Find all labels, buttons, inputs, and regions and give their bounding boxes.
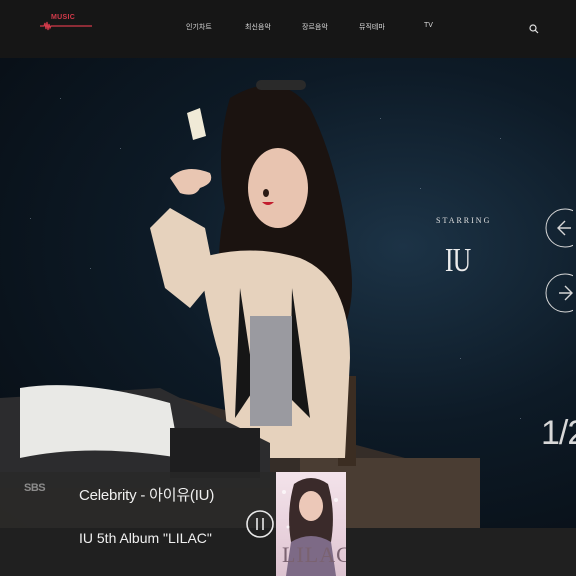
pause-icon[interactable] (245, 504, 275, 544)
star-name: IU (445, 242, 471, 279)
hero-banner: STARRING IU (0, 58, 576, 529)
nav-music-theme[interactable]: 뮤직테마 (359, 22, 385, 36)
starring-label: STARRING (436, 216, 492, 225)
broadcaster-watermark: SBS (24, 482, 46, 494)
nav-tv[interactable]: TV (424, 22, 433, 36)
track-title: Celebrity - 아이유(IU) (79, 487, 215, 504)
top-navigation: MUSIC 인기차트 최신음악 장르음악 뮤직테마 TV (0, 0, 576, 58)
music-logo[interactable]: MUSIC (40, 14, 96, 36)
waveform-icon (40, 21, 92, 31)
album-cover[interactable]: LILAC (276, 472, 346, 576)
album-cover-text: LILAC (282, 542, 346, 567)
album-title: IU 5th Album "LILAC" (79, 530, 212, 546)
nav-latest-music[interactable]: 최신음악 (245, 22, 271, 36)
nav-genre-music[interactable]: 장르음악 (302, 22, 328, 36)
performer-image (0, 80, 480, 529)
search-icon[interactable] (528, 22, 540, 34)
arrow-right-icon[interactable] (545, 273, 576, 313)
arrow-left-icon[interactable] (545, 208, 576, 248)
nav-popular-chart[interactable]: 인기차트 (186, 22, 212, 36)
slide-counter: 1/2 (541, 414, 576, 452)
